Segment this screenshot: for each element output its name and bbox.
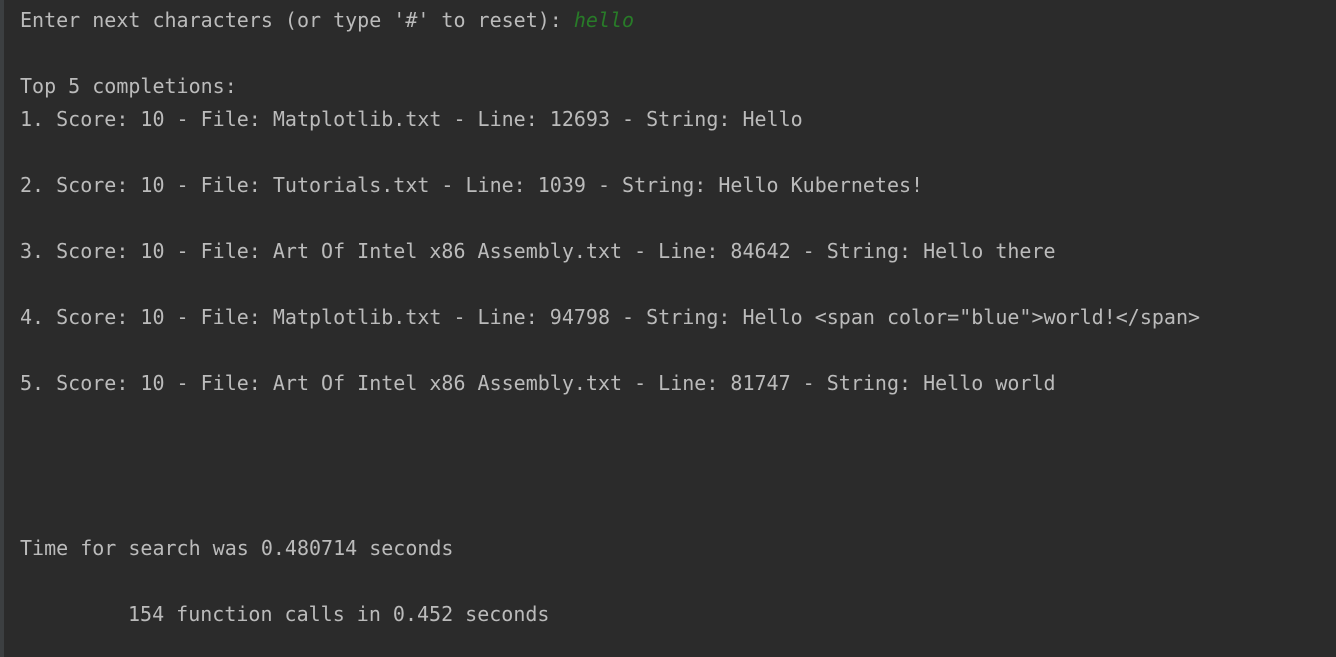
- result-line: 2. Score: 10 - File: Tutorials.txt - Lin…: [20, 173, 924, 197]
- profile-summary-text: 154 function calls in 0.452 seconds: [128, 602, 550, 626]
- user-input-text[interactable]: hello: [574, 8, 634, 32]
- result-line: 5. Score: 10 - File: Art Of Intel x86 As…: [20, 371, 1056, 395]
- result-line: 3. Score: 10 - File: Art Of Intel x86 As…: [20, 239, 1056, 263]
- result-line: 4. Score: 10 - File: Matplotlib.txt - Li…: [20, 305, 1201, 329]
- console-output[interactable]: Enter next characters (or type '#' to re…: [0, 0, 1336, 657]
- input-prompt-line: Enter next characters (or type '#' to re…: [20, 8, 634, 32]
- completions-header: Top 5 completions:: [20, 74, 237, 98]
- input-prompt: Enter next characters (or type '#' to re…: [20, 8, 574, 32]
- result-line: 1. Score: 10 - File: Matplotlib.txt - Li…: [20, 107, 803, 131]
- search-time-text: Time for search was 0.480714 seconds: [20, 536, 454, 560]
